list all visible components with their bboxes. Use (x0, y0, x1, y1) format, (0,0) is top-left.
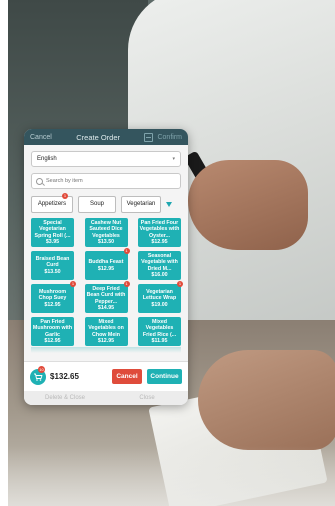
menu-item-name: Special Vegetarian Spring Roll (... (34, 220, 71, 239)
search-icon (36, 177, 43, 185)
menu-item-tile[interactable]: Mixed Vegetables on Chow Mein $12.95 (84, 317, 128, 346)
category-tabs: Appetizers 1 Soup Vegetarian (31, 192, 181, 213)
menu-item-name: Mixed Vegetables on Chow Mein (88, 319, 124, 338)
menu-item-price: $12.95 (97, 265, 115, 272)
category-tab-soup[interactable]: Soup (78, 195, 116, 213)
language-select[interactable]: English ▾ (31, 151, 181, 167)
menu-item-name: Deep Fried Bean Curd with Pepper... (86, 286, 126, 305)
menu-item-tile[interactable]: Cashew Nut Sauteed Dice Vegetables $13.5… (84, 218, 128, 247)
category-label: Soup (89, 201, 104, 207)
menu-item-price: $19.00 (151, 301, 168, 308)
menu-item-name: Pan Fried Four Vegetables with Oyster... (139, 220, 180, 239)
menu-item-badge: 1 (123, 248, 130, 254)
menu-item-price: $14.95 (97, 304, 115, 311)
menu-item-name: Vegetarian Lettuce Wrap (142, 289, 177, 302)
photo-customer-hand (198, 350, 335, 450)
menu-item-tile[interactable]: 1 Deep Fried Bean Curd with Pepper... $1… (84, 281, 130, 313)
dialog-content: English ▾ Appetizers 1 Soup Vegetarian S… (24, 145, 188, 353)
menu-item-price: $13.50 (44, 268, 61, 275)
titlebar-confirm-button[interactable]: Confirm (157, 134, 182, 141)
menu-item-name: Mushroom Chop Suey (38, 289, 67, 302)
order-footer: 10 $132.65 Cancel Continue (24, 361, 188, 391)
order-total: $132.65 (50, 372, 79, 381)
photo-hand (188, 160, 308, 250)
menu-item-tile[interactable]: Seasonal Vegetable with Dried M... $16.0… (138, 251, 181, 280)
menu-item-tile[interactable]: Mixed Vegetables Fried Rice (... $11.95 (138, 317, 181, 346)
menu-item-price: $11.95 (151, 337, 168, 344)
category-tab-vegetarian[interactable]: Vegetarian (121, 195, 161, 213)
language-select-value: English (37, 156, 57, 162)
menu-item-name: Braised Bean Curd (35, 256, 70, 269)
category-badge: 1 (62, 192, 68, 199)
category-label: Vegetarian (126, 201, 156, 207)
cart-button[interactable]: 10 (30, 365, 46, 385)
cart-icon (34, 373, 43, 381)
category-label: Appetizers (37, 201, 67, 207)
dialog-title: Create Order (76, 132, 121, 142)
menu-item-tile[interactable]: Special Vegetarian Spring Roll (... $3.9… (31, 218, 74, 247)
search-input[interactable] (46, 178, 176, 184)
background-action-bar: Delete & Close Close (24, 391, 188, 405)
menu-item-badge: 1 (70, 281, 76, 287)
menu-item-name: Cashew Nut Sauteed Dice Vegetables (89, 220, 123, 239)
menu-item-price: $12.95 (151, 238, 168, 245)
menu-item-tile[interactable]: 1 Mushroom Chop Suey $12.95 (31, 281, 76, 313)
menu-item-tile[interactable]: 1 Buddha Feast $12.95 (84, 248, 130, 280)
search-field[interactable] (31, 173, 181, 189)
photo-bottom-strip (8, 446, 335, 506)
create-order-dialog: Cancel Create Order Confirm English ▾ Ap… (24, 129, 188, 405)
titlebar-cancel-button[interactable]: Cancel (30, 134, 52, 141)
menu-item-name: Seasonal Vegetable with Dried M... (141, 253, 178, 272)
menu-item-name: Mixed Vegetables Fried Rice (... (142, 319, 177, 338)
cancel-button[interactable]: Cancel (112, 369, 142, 384)
menu-item-price: $13.50 (97, 238, 115, 245)
menu-item-price: $16.00 (151, 271, 168, 278)
chevron-down-icon: ▾ (172, 156, 175, 162)
menu-item-badge: 1 (123, 281, 130, 287)
menu-item-tile[interactable]: Braised Bean Curd $13.50 (31, 251, 74, 280)
delete-and-close-button: Delete & Close (44, 395, 86, 401)
menu-item-price: $3.95 (45, 238, 60, 245)
menu-item-name: Pan Fried Mushroom with Garlic (32, 319, 73, 338)
grid-scroll-fade (31, 347, 181, 353)
menu-item-badge: 1 (177, 281, 183, 287)
category-tab-appetizers[interactable]: Appetizers 1 (31, 192, 73, 213)
menu-item-tile[interactable]: Pan Fried Mushroom with Garlic $12.95 (31, 317, 74, 346)
menu-item-grid: Special Vegetarian Spring Roll (... $3.9… (31, 218, 183, 346)
menu-item-tile[interactable]: 1 Vegetarian Lettuce Wrap $19.00 (138, 281, 183, 313)
cart-count-badge: 10 (38, 365, 45, 373)
menu-item-price: $12.95 (44, 337, 61, 344)
menu-item-tile[interactable]: Pan Fried Four Vegetables with Oyster...… (138, 218, 181, 247)
category-dropdown-icon[interactable] (166, 201, 172, 207)
titlebar-right-group: Confirm (144, 132, 182, 142)
menu-item-price: $12.95 (44, 301, 61, 308)
dialog-titlebar: Cancel Create Order Confirm (24, 129, 188, 145)
continue-button[interactable]: Continue (147, 369, 182, 384)
menu-item-price: $12.95 (97, 337, 115, 344)
minimize-icon[interactable] (144, 132, 154, 142)
close-button: Close (139, 395, 155, 401)
